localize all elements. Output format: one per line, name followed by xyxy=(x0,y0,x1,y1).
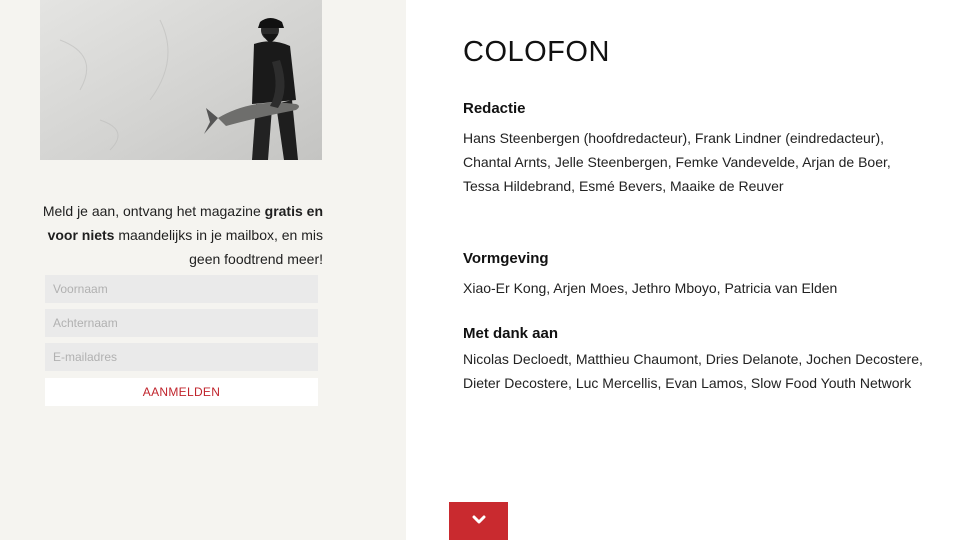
page-title: COLOFON xyxy=(463,36,610,68)
section-body-redactie: Hans Steenbergen (hoofdredacteur), Frank… xyxy=(463,130,891,194)
section-heading-vormgeving: Vormgeving xyxy=(463,250,549,267)
signup-submit-button[interactable]: AANMELDEN xyxy=(45,378,318,406)
scroll-down-button[interactable] xyxy=(449,502,508,540)
chef-with-fish-photo xyxy=(40,0,322,160)
section-body-vormgeving: Xiao-Er Kong, Arjen Moes, Jethro Mboyo, … xyxy=(463,280,838,296)
signup-panel: Meld je aan, ontvang het magazine gratis… xyxy=(0,0,406,540)
signup-description: Meld je aan, ontvang het magazine gratis… xyxy=(42,203,323,267)
chevron-down-icon xyxy=(472,512,486,530)
lastname-field[interactable] xyxy=(45,309,318,337)
email-field[interactable] xyxy=(45,343,318,371)
section-heading-redactie: Redactie xyxy=(463,100,526,117)
section-heading-met-dank-aan: Met dank aan xyxy=(463,325,559,342)
section-body-met-dank-aan: Nicolas Decloedt, Matthieu Chaumont, Dri… xyxy=(463,351,923,391)
firstname-field[interactable] xyxy=(45,275,318,303)
